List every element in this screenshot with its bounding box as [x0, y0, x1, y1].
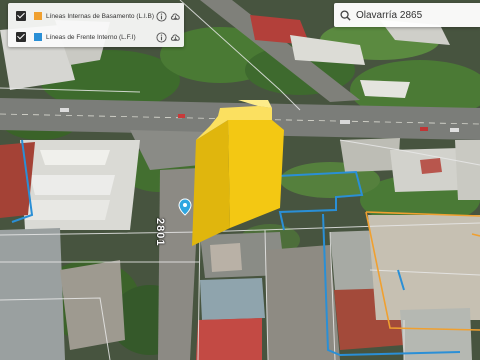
info-icon[interactable] — [156, 31, 167, 43]
map-viewport[interactable]: 2801 Líneas Internas de Basamento (L.I.B… — [0, 0, 480, 360]
street-number-label: 2801 — [154, 218, 166, 247]
info-icon[interactable] — [156, 10, 167, 22]
layer-label-lfi: Líneas de Frente Interno (L.F.I) — [46, 33, 136, 41]
cloud-download-icon[interactable] — [170, 32, 181, 43]
search-icon[interactable] — [340, 9, 351, 21]
layer-checkbox-lib[interactable] — [16, 11, 26, 21]
layer-label-lib: Líneas Internas de Basamento (L.I.B) — [46, 12, 155, 20]
address-search-box — [334, 3, 480, 27]
aerial-3d-map[interactable] — [0, 0, 480, 360]
lfi-color-swatch — [34, 33, 42, 41]
layer-checkbox-lfi[interactable] — [16, 32, 26, 42]
cloud-download-icon[interactable] — [170, 11, 181, 22]
layer-row-lib: Líneas Internas de Basamento (L.I.B) — [8, 6, 184, 26]
layer-row-lfi: Líneas de Frente Interno (L.F.I) — [8, 27, 184, 47]
lib-color-swatch — [34, 12, 42, 20]
search-input[interactable] — [356, 9, 474, 21]
layers-panel: Líneas Internas de Basamento (L.I.B) Lín… — [8, 3, 184, 47]
